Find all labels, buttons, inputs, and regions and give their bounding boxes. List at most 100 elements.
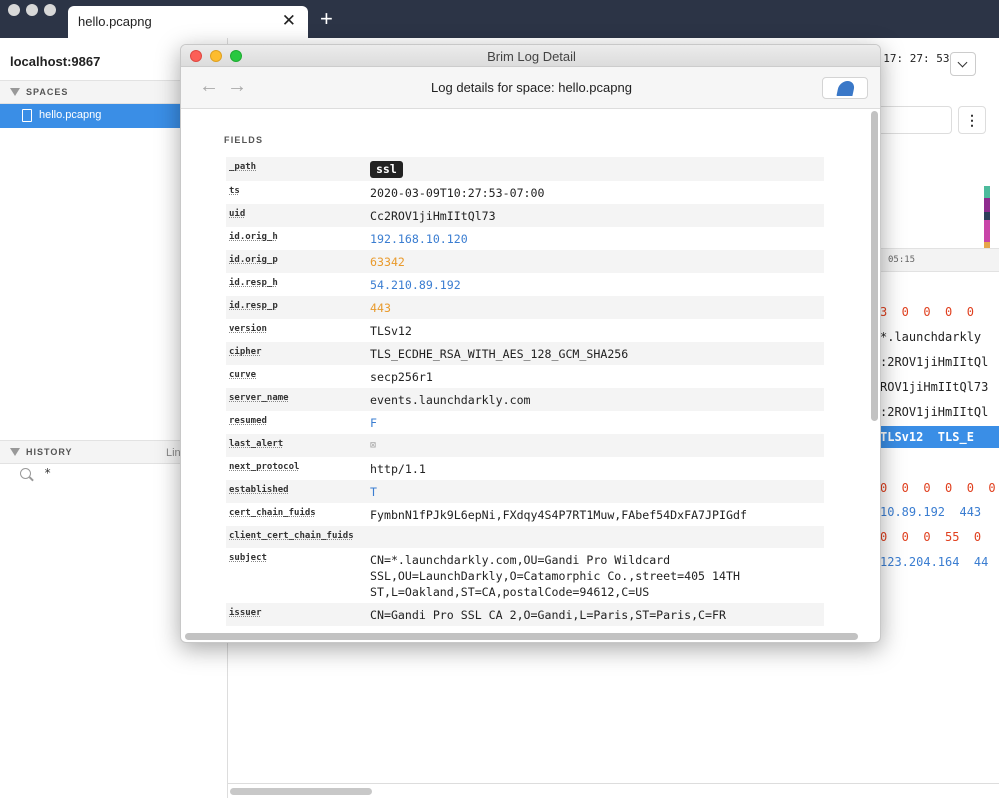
field-key[interactable]: cert_chain_fuids [229, 508, 316, 518]
tab-hello-pcapng[interactable]: hello.pcapng ✕ [68, 6, 308, 38]
field-value[interactable]: 443 [370, 296, 775, 319]
open-in-wireshark-button[interactable] [822, 77, 868, 99]
file-icon [22, 109, 32, 122]
log-detail-body: FIELDS _path ssl ts 2020-03-09T10:27:53-07:… [181, 109, 880, 629]
fields-table: _path ssl ts 2020-03-09T10:27:53-07:00 uid Cc… [226, 157, 824, 629]
field-row-established[interactable]: established T [226, 480, 824, 503]
table-row[interactable]: :2ROV1jiHmIItQl [880, 401, 999, 423]
collapse-triangle-icon [10, 88, 20, 96]
field-key[interactable]: resumed [229, 416, 267, 426]
field-value[interactable]: ⊠ [370, 434, 775, 457]
field-key[interactable]: cipher [229, 347, 262, 357]
field-value[interactable]: TLS_ECDHE_RSA_WITH_AES_128_GCM_SHA256 [370, 342, 775, 365]
field-key[interactable]: last_alert [229, 439, 283, 449]
field-value[interactable]: 2020-03-09T10:27:53-07:00 [370, 181, 775, 204]
search-icon-handle [29, 476, 34, 482]
field-row-id-orig-p[interactable]: id.orig_p 63342 [226, 250, 824, 273]
field-key[interactable]: server_name [229, 393, 289, 403]
field-key[interactable]: version [229, 324, 267, 334]
field-value[interactable]: T [370, 480, 775, 503]
table-row[interactable]: 123.204.164 44 [880, 551, 999, 573]
field-row-last-alert[interactable]: last_alert ⊠ [226, 434, 824, 457]
field-key[interactable]: client_cert_chain_fuids [229, 531, 354, 541]
field-row-client-subject[interactable]: client_subject⊠ [226, 626, 824, 629]
field-row-id-resp-h[interactable]: id.resp_h 54.210.89.192 [226, 273, 824, 296]
field-row-uid[interactable]: uid Cc2ROV1jiHmIItQl73 [226, 204, 824, 227]
field-value[interactable]: CN=Gandi Pro SSL CA 2,O=Gandi,L=Paris,ST… [370, 603, 775, 626]
field-row-client-cert-chain-fuids[interactable]: client_cert_chain_fuids [226, 526, 824, 548]
options-menu-button[interactable]: ⋮ [958, 106, 986, 134]
table-row[interactable]: *.launchdarkly [880, 326, 999, 348]
field-value[interactable]: secp256r1 [370, 365, 775, 388]
tab-close-icon[interactable]: ✕ [282, 11, 296, 31]
field-row-cert-chain-fuids[interactable]: cert_chain_fuids FymbnN1fPJk9L6epNi,FXdqy… [226, 503, 824, 526]
field-value[interactable]: CN=*.launchdarkly.com,OU=Gandi Pro Wildc… [370, 548, 775, 603]
field-row-curve[interactable]: curve secp256r1 [226, 365, 824, 388]
field-row-subject[interactable]: subject CN=*.launchdarkly.com,OU=Gandi Pr… [226, 548, 824, 603]
histogram-bar [984, 220, 990, 242]
field-value[interactable]: ⊠ [370, 626, 775, 629]
space-item-label: hello.pcapng [39, 109, 102, 121]
horizontal-scrollbar[interactable] [230, 788, 372, 795]
field-key[interactable]: uid [229, 209, 245, 219]
field-key[interactable]: ts [229, 186, 240, 196]
field-row-version[interactable]: version TLSv12 [226, 319, 824, 342]
field-value[interactable]: FymbnN1fPJk9L6epNi,FXdqy4S4P7RT1Muw,FAbe… [370, 503, 775, 526]
field-row--path[interactable]: _path ssl [226, 157, 824, 181]
field-key[interactable]: id.resp_h [229, 278, 278, 288]
field-value[interactable]: 54.210.89.192 [370, 273, 775, 296]
history-query: * [44, 466, 52, 480]
spaces-header-label: SPACES [26, 87, 69, 97]
field-key[interactable]: id.resp_p [229, 301, 278, 311]
field-key[interactable]: curve [229, 370, 256, 380]
field-value[interactable]: ssl [370, 157, 775, 181]
field-key[interactable]: next_protocol [229, 462, 299, 472]
log-detail-subtitle: Log details for space: hello.pcapng [431, 80, 632, 95]
table-row[interactable]: 0 0 0 0 0 0 [880, 477, 999, 499]
field-row-resumed[interactable]: resumed F [226, 411, 824, 434]
field-row-issuer[interactable]: issuer CN=Gandi Pro SSL CA 2,O=Gandi,L=Pa… [226, 603, 824, 626]
tab-label: hello.pcapng [78, 14, 152, 29]
field-row-id-resp-p[interactable]: id.resp_p 443 [226, 296, 824, 319]
window-zoom-dot[interactable] [44, 4, 56, 16]
field-value[interactable]: events.launchdarkly.com [370, 388, 775, 411]
field-value[interactable]: Cc2ROV1jiHmIItQl73 [370, 204, 775, 227]
field-value[interactable] [370, 526, 775, 533]
field-key[interactable]: id.orig_h [229, 232, 278, 242]
field-key[interactable]: issuer [229, 608, 262, 618]
field-key[interactable]: subject [229, 553, 267, 563]
fields-heading: FIELDS [224, 135, 264, 145]
field-row-next-protocol[interactable]: next_protocol http/1.1 [226, 457, 824, 480]
time-range-to[interactable]: 0 17: 27: 53 [870, 52, 949, 65]
horizontal-scrollbar[interactable] [185, 633, 858, 640]
table-row[interactable]: ROV1jiHmIItQl73 [880, 376, 999, 398]
history-linear-toggle[interactable]: Lin [166, 447, 181, 459]
field-key[interactable]: established [229, 485, 289, 495]
path-badge: ssl [370, 161, 403, 178]
field-row-ts[interactable]: ts 2020-03-09T10:27:53-07:00 [226, 181, 824, 204]
field-value[interactable]: http/1.1 [370, 457, 775, 480]
field-row-server-name[interactable]: server_name events.launchdarkly.com [226, 388, 824, 411]
field-value[interactable]: TLSv12 [370, 319, 775, 342]
table-row[interactable]: :2ROV1jiHmIItQl [880, 351, 999, 373]
axis-tick: 05:15 [888, 255, 916, 265]
table-row[interactable]: 3 0 0 0 0 [880, 301, 999, 323]
vertical-scrollbar[interactable] [871, 111, 878, 421]
history-header-label: HISTORY [26, 447, 73, 457]
field-row-id-orig-h[interactable]: id.orig_h 192.168.10.120 [226, 227, 824, 250]
field-value[interactable]: 192.168.10.120 [370, 227, 775, 250]
table-row[interactable]: 0 0 0 55 0 [880, 526, 999, 548]
table-row[interactable]: 10.89.192 443 [880, 501, 999, 523]
new-tab-button[interactable]: + [320, 8, 333, 30]
field-value[interactable]: F [370, 411, 775, 434]
field-value[interactable]: 63342 [370, 250, 775, 273]
field-key[interactable]: id.orig_p [229, 255, 278, 265]
window-close-dot[interactable] [8, 4, 20, 16]
collapse-triangle-icon [10, 448, 20, 456]
search-input[interactable] [880, 106, 952, 134]
selected-table-row[interactable]: TLSv12 TLS_E [880, 426, 999, 448]
window-minimize-dot[interactable] [26, 4, 38, 16]
field-row-cipher[interactable]: cipher TLS_ECDHE_RSA_WITH_AES_128_GCM_SHA… [226, 342, 824, 365]
time-range-dropdown[interactable] [950, 52, 976, 76]
field-key[interactable]: _path [229, 162, 256, 172]
